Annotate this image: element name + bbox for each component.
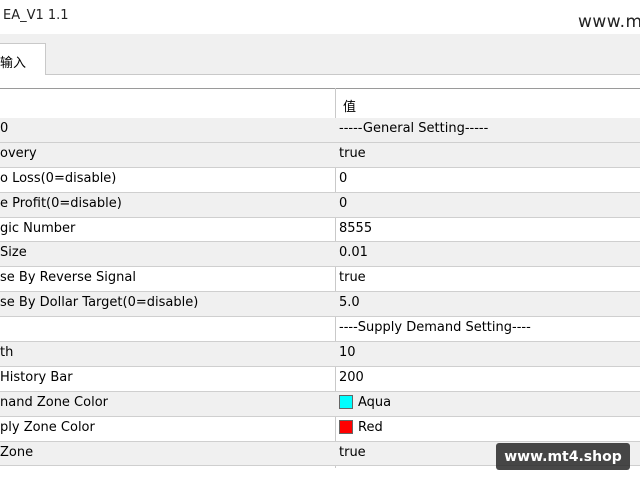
table-row[interactable]: gic Number 8555 [0,218,640,243]
window-title: EA_V1 1.1 [3,8,69,23]
param-value[interactable]: ----Supply Demand Setting---- [339,320,531,335]
param-name: e Profit(0=disable) [0,195,122,211]
table-header-row: 值 [0,90,640,118]
param-value[interactable]: 200 [339,370,364,385]
table-rows: 0 -----General Setting----- overy true o… [0,118,640,467]
table-row[interactable]: History Bar 200 [0,367,640,392]
color-name: Red [358,419,383,435]
table-row[interactable]: se By Reverse Signal true [0,267,640,293]
param-name: nand Zone Color [0,394,108,410]
red-color-swatch-icon [339,420,353,435]
table-row[interactable]: nand Zone Color Aqua [0,391,640,417]
param-value[interactable]: true [339,445,366,460]
param-name: gic Number [0,220,76,236]
table-top-border [0,88,640,89]
title-bar: EA_V1 1.1 www.m [0,0,640,34]
param-value[interactable]: 5.0 [339,295,360,310]
column-header-value: 值 [343,100,357,115]
param-name: se By Reverse Signal [0,270,136,286]
tab-inputs-label: 输入 [0,56,27,71]
param-name: ply Zone Color [0,419,95,435]
table-row[interactable]: e Profit(0=disable) 0 [0,192,640,218]
param-value[interactable]: 0 [339,171,347,186]
param-value[interactable]: 10 [339,345,356,360]
param-value-color[interactable]: Aqua [339,395,391,410]
watermark-badge: www.mt4.shop [496,443,630,470]
param-name: History Bar [0,369,73,385]
param-value[interactable]: true [339,146,366,161]
tab-strip: 输入 [0,34,640,75]
table-row[interactable]: Size 0.01 [0,242,640,268]
param-name: 0 [0,121,9,136]
table-row[interactable]: ----Supply Demand Setting---- [0,317,640,343]
param-value[interactable]: 0.01 [339,245,368,260]
watermark-url: www.m [578,12,640,32]
inputs-table: 值 0 -----General Setting----- overy true… [0,88,640,480]
param-value[interactable]: 0 [339,196,347,211]
table-row[interactable]: se By Dollar Target(0=disable) 5.0 [0,292,640,318]
table-row[interactable]: th 10 [0,342,640,367]
param-name: se By Dollar Target(0=disable) [0,295,199,311]
param-name: th [0,345,14,361]
table-row[interactable]: o Loss(0=disable) 0 [0,168,640,193]
param-name: Zone [0,444,34,460]
param-value-color[interactable]: Red [339,420,383,435]
color-name: Aqua [358,394,392,410]
aqua-color-swatch-icon [339,395,353,410]
param-name: overy [0,145,37,161]
param-value[interactable]: -----General Setting----- [339,121,488,136]
table-row[interactable]: overy true [0,142,640,168]
tab-inputs[interactable]: 输入 [0,43,46,75]
table-row[interactable]: 0 -----General Setting----- [0,118,640,143]
table-row[interactable]: ply Zone Color Red [0,417,640,442]
param-value[interactable]: 8555 [339,221,372,236]
param-name: Size [0,245,27,261]
param-name: o Loss(0=disable) [0,170,117,186]
param-value[interactable]: true [339,270,366,285]
